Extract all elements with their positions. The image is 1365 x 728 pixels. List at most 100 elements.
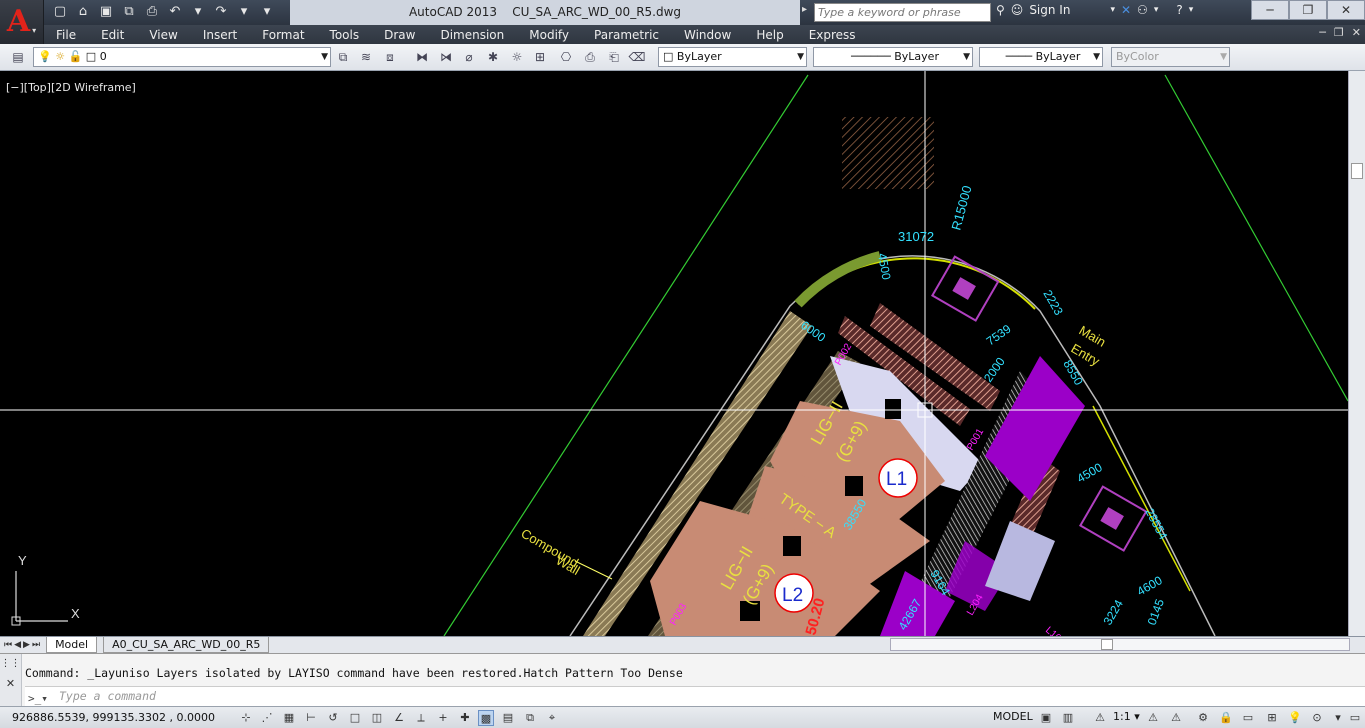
open-file-icon[interactable]: ⌂ [73,3,93,21]
layer-merge-icon[interactable]: ⎔ [557,48,575,66]
horizontal-scrollbar[interactable] [890,638,1350,651]
quick-view-layouts-icon[interactable]: ▣ [1038,710,1054,726]
hardware-acceleration-icon[interactable]: ▭ [1240,710,1256,726]
menu-express[interactable]: Express [797,28,856,42]
menu-dimension[interactable]: Dimension [428,28,504,42]
restore-button[interactable]: ❐ [1289,0,1327,20]
tab-model[interactable]: Model [46,637,98,653]
menu-edit[interactable]: Edit [89,28,124,42]
menu-window[interactable]: Window [672,28,731,42]
3d-object-snap-icon[interactable]: ◫ [369,710,385,726]
workspace-switching-icon[interactable]: ⚙ [1195,710,1211,726]
sign-in-dropdown-icon[interactable]: ▾ [1110,5,1115,15]
layer-lock-tool-icon[interactable]: ⎙ [581,48,599,66]
plotstyle-control-dropdown[interactable]: ByColor ▼ [1111,47,1230,67]
infer-constraints-icon[interactable]: ⊹ [238,710,254,726]
object-snap-tracking-icon[interactable]: ∠ [391,710,407,726]
previous-tab-icon[interactable]: ◀ [14,640,21,650]
layer-states-icon[interactable]: ⧈ [381,48,399,66]
vertical-scrollbar[interactable] [1348,71,1365,636]
first-tab-icon[interactable]: ⏮ [4,640,12,650]
layer-walk-icon[interactable]: ☼ [508,48,526,66]
undo-dropdown-icon[interactable]: ▾ [188,3,208,21]
dynamic-ucs-icon[interactable]: ⟂ [413,710,429,726]
redo-dropdown-icon[interactable]: ▾ [234,3,254,21]
exchange-icon[interactable]: ✕ [1121,3,1131,17]
menu-modify[interactable]: Modify [517,28,569,42]
polar-tracking-icon[interactable]: ↺ [325,710,341,726]
doc-minimize-icon[interactable]: ─ [1319,26,1326,39]
minimize-button[interactable]: ─ [1251,0,1289,20]
layer-match-icon[interactable]: ⊞ [531,48,549,66]
isolate-objects-icon[interactable]: ⊞ [1264,710,1280,726]
coordinate-readout[interactable]: 926886.5539, 999135.3302 , 0.0000 [12,711,215,724]
layer-delete-icon[interactable]: ⌫ [628,48,646,66]
annotation-visibility-icon[interactable]: ⚠ [1145,710,1161,726]
command-line-handle[interactable]: ⋮⋮ ✕ [0,654,22,707]
application-menu-button[interactable]: A ▾ [0,0,44,44]
color-control-dropdown[interactable]: □ ByLayer ▼ [658,47,807,67]
grid-display-icon[interactable]: ▦ [281,710,297,726]
title-expand-icon[interactable]: ▸ [802,4,812,20]
doc-restore-icon[interactable]: ❐ [1334,26,1344,39]
doc-close-icon[interactable]: ✕ [1352,26,1361,39]
help-search-input[interactable]: Type a keyword or phrase [814,3,991,22]
help-dropdown-icon[interactable]: ▾ [1189,5,1194,15]
menu-tools[interactable]: Tools [318,28,360,42]
command-input[interactable]: >_▾ Type a command [25,686,1365,706]
annotation-scale-icon[interactable]: ⚠ [1092,710,1108,726]
menu-file[interactable]: File [44,28,76,42]
selection-cycling-icon[interactable]: ⧉ [522,710,538,726]
customize-qat-icon[interactable]: ▾ [257,3,277,21]
help-icon[interactable]: ? [1176,3,1182,17]
vertical-scroll-thumb[interactable] [1351,163,1363,179]
layer-control-dropdown[interactable]: 💡 ☼ 🔓 □ 0 ▼ [33,47,331,67]
linetype-control-dropdown[interactable]: ────── ByLayer ▼ [813,47,973,67]
next-tab-icon[interactable]: ▶ [23,640,30,650]
transparency-icon[interactable]: ▩ [478,710,494,726]
horizontal-scroll-thumb[interactable] [1101,639,1113,650]
menu-parametric[interactable]: Parametric [582,28,659,42]
lock-ui-icon[interactable]: 🔒 [1218,710,1234,726]
save-icon[interactable]: ▣ [96,3,116,21]
application-status-icon[interactable]: ⊙ [1309,710,1325,726]
quick-properties-icon[interactable]: ▤ [500,710,516,726]
annotation-monitor-icon[interactable]: ⌖ [544,710,560,726]
object-snap-icon[interactable]: □ [347,710,363,726]
print-icon[interactable]: ⎙ [142,3,162,21]
menu-insert[interactable]: Insert [191,28,237,42]
user-icon[interactable]: ☺ [1011,3,1024,17]
ortho-mode-icon[interactable]: ⊢ [303,710,319,726]
lineweight-control-dropdown[interactable]: ──── ByLayer ▼ [979,47,1103,67]
dynamic-input-icon[interactable]: + [435,710,451,726]
snap-mode-icon[interactable]: ⋰ [259,710,275,726]
status-menu-icon[interactable]: ▾ [1330,710,1346,726]
stay-connected-icon[interactable]: ⚇ [1137,3,1148,17]
last-tab-icon[interactable]: ⏭ [32,640,40,650]
redo-icon[interactable]: ↷ [211,3,231,21]
auto-scale-icon[interactable]: ⚠ [1168,710,1184,726]
quick-view-drawings-icon[interactable]: ▥ [1060,710,1076,726]
layer-off-icon[interactable]: ⌀ [460,48,478,66]
menu-help[interactable]: Help [744,28,783,42]
layer-freeze-icon[interactable]: ✱ [484,48,502,66]
menu-draw[interactable]: Draw [372,28,415,42]
sign-in-button[interactable]: Sign In [1029,3,1070,17]
menu-format[interactable]: Format [250,28,304,42]
layer-iso-icon[interactable]: ⧓ [413,48,431,66]
clean-screen-icon[interactable]: ▭ [1347,710,1363,726]
new-file-icon[interactable]: ▢ [50,3,70,21]
clean-screen-bulb-icon[interactable]: 💡 [1287,710,1303,726]
save-as-icon[interactable]: ⧉ [119,3,139,21]
menu-view[interactable]: View [137,28,177,42]
layer-previous-icon[interactable]: ≋ [357,48,375,66]
close-icon[interactable]: ✕ [0,677,21,690]
close-button[interactable]: ✕ [1327,0,1365,20]
tab-layout[interactable]: A0_CU_SA_ARC_WD_00_R5 [103,637,270,653]
stay-connected-dropdown-icon[interactable]: ▾ [1154,5,1159,15]
layer-uniso-icon[interactable]: ⧒ [437,48,455,66]
lineweight-icon[interactable]: ✚ [457,710,473,726]
annotation-scale-value[interactable]: 1:1 ▾ [1113,710,1140,723]
layer-unlock-tool-icon[interactable]: ⎗ [605,48,623,66]
layer-properties-icon[interactable]: ▤ [9,48,27,66]
